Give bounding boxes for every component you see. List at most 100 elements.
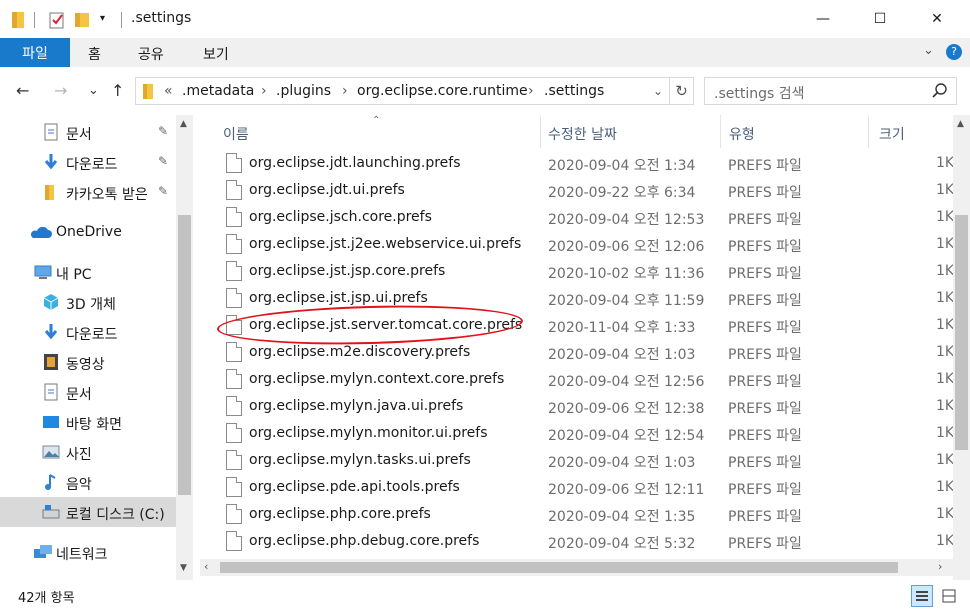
file-size: 1K [936, 344, 955, 360]
scroll-up-icon[interactable]: ▲ [957, 119, 964, 129]
nav-item-desktop[interactable]: 바탕 화면 [0, 407, 176, 437]
nav-label: 바탕 화면 [66, 417, 122, 433]
file-icon [226, 153, 242, 173]
nav-item-kakaotalk[interactable]: 카카오톡 받은 ✎ [0, 177, 176, 207]
nav-item-pictures[interactable]: 사진 [0, 437, 176, 467]
file-size: 1K [936, 182, 955, 198]
file-icon [226, 234, 242, 254]
nav-label: 로컬 디스크 (C:) [66, 507, 165, 523]
file-icon [226, 315, 242, 335]
file-list-horizontal-scrollbar[interactable]: ‹ › [200, 559, 953, 576]
vertical-scrollbar-thumb[interactable] [955, 215, 968, 450]
column-name[interactable]: 이름 [223, 124, 249, 144]
file-row-highlighted[interactable]: org.eclipse.jst.server.tomcat.core.prefs… [218, 312, 958, 339]
scroll-up-icon[interactable]: ▲ [180, 119, 187, 129]
breadcrumb-plugins[interactable]: .plugins [276, 83, 331, 99]
horizontal-scrollbar-thumb[interactable] [220, 562, 898, 573]
scroll-down-icon[interactable]: ▼ [180, 563, 187, 573]
file-row[interactable]: org.eclipse.jdt.launching.prefs 2020-09-… [218, 150, 958, 177]
file-row[interactable]: org.eclipse.jsch.core.prefs 2020-09-04 오… [218, 204, 958, 231]
help-icon[interactable]: ? [946, 44, 962, 60]
cloud-icon [30, 226, 52, 238]
file-row[interactable]: org.eclipse.jst.j2ee.webservice.ui.prefs… [218, 231, 958, 258]
column-type[interactable]: 유형 [729, 124, 755, 144]
file-row[interactable]: org.eclipse.mylyn.java.ui.prefs 2020-09-… [218, 393, 958, 420]
column-divider[interactable] [868, 115, 869, 148]
file-name: org.eclipse.mylyn.context.core.prefs [249, 371, 505, 387]
nav-item-network[interactable]: 네트워크 [0, 537, 176, 567]
refresh-button[interactable]: ↻ [670, 77, 694, 105]
nav-item-videos[interactable]: 동영상 [0, 347, 176, 377]
back-button[interactable]: ← [16, 81, 29, 100]
address-row: ← → ⌄ ↑ « .metadata › .plugins › org.ecl… [0, 67, 970, 115]
nav-label: 문서 [66, 127, 92, 143]
tab-view[interactable]: 보기 [203, 44, 229, 64]
file-type: PREFS 파일 [728, 266, 802, 282]
breadcrumb-settings[interactable]: .settings [544, 83, 604, 99]
nav-scrollbar-thumb[interactable] [178, 215, 191, 495]
file-row[interactable]: org.eclipse.php.core.prefs 2020-09-04 오전… [218, 501, 958, 528]
forward-button[interactable]: → [54, 81, 67, 100]
scroll-left-icon[interactable]: ‹ [204, 560, 208, 573]
file-row[interactable]: org.eclipse.mylyn.context.core.prefs 202… [218, 366, 958, 393]
address-dropdown-icon[interactable]: ⌄ [653, 84, 663, 98]
document-icon [44, 123, 58, 141]
new-folder-icon[interactable] [74, 10, 90, 30]
column-divider[interactable] [720, 115, 721, 148]
recent-locations-button[interactable]: ⌄ [88, 83, 99, 98]
breadcrumb-metadata[interactable]: .metadata [182, 83, 254, 99]
file-row[interactable]: org.eclipse.mylyn.monitor.ui.prefs 2020-… [218, 420, 958, 447]
nav-item-this-pc[interactable]: 내 PC [0, 257, 176, 287]
column-date[interactable]: 수정한 날짜 [548, 124, 617, 144]
nav-item-onedrive[interactable]: OneDrive [0, 217, 176, 247]
search-input[interactable]: .settings 검색 [704, 77, 957, 105]
separator [34, 12, 35, 28]
tab-home[interactable]: 홈 [88, 44, 101, 64]
file-size: 1K [936, 317, 955, 333]
file-name: org.eclipse.mylyn.java.ui.prefs [249, 398, 464, 414]
nav-item-local-disk[interactable]: 로컬 디스크 (C:) [0, 497, 176, 527]
column-divider[interactable] [540, 115, 541, 148]
file-row[interactable]: org.eclipse.php.debug.core.prefs 2020-09… [218, 528, 958, 555]
column-size[interactable]: 크기 [879, 124, 905, 144]
file-type: PREFS 파일 [728, 482, 802, 498]
file-size: 1K [936, 209, 955, 225]
tab-file[interactable]: 파일 [0, 38, 70, 67]
scroll-right-icon[interactable]: › [938, 560, 942, 573]
file-row[interactable]: org.eclipse.m2e.discovery.prefs 2020-09-… [218, 339, 958, 366]
search-icon[interactable] [932, 82, 948, 100]
properties-icon[interactable] [48, 10, 66, 30]
nav-item-documents[interactable]: 문서 [0, 377, 176, 407]
file-row[interactable]: org.eclipse.jst.jsp.ui.prefs 2020-09-04 … [218, 285, 958, 312]
address-bar[interactable]: « .metadata › .plugins › org.eclipse.cor… [135, 77, 670, 105]
file-row[interactable]: org.eclipse.jst.jsp.core.prefs 2020-10-0… [218, 258, 958, 285]
nav-item-downloads[interactable]: 다운로드 [0, 317, 176, 347]
expand-ribbon-icon[interactable]: ⌄ [923, 43, 934, 58]
nav-label: 사진 [66, 447, 92, 463]
customize-toolbar-icon[interactable]: ▾ [100, 13, 105, 33]
file-row[interactable]: org.eclipse.mylyn.tasks.ui.prefs 2020-09… [218, 447, 958, 474]
nav-item-3d-objects[interactable]: 3D 개체 [0, 287, 176, 317]
tab-share[interactable]: 공유 [138, 44, 164, 64]
file-icon [226, 207, 242, 227]
breadcrumb-core-runtime[interactable]: org.eclipse.core.runtime [357, 83, 528, 99]
file-name: org.eclipse.jst.jsp.core.prefs [249, 263, 446, 279]
status-bar: 42개 항목 [0, 580, 970, 611]
nav-label: 3D 개체 [66, 297, 116, 313]
up-button[interactable]: ↑ [111, 81, 124, 100]
close-button[interactable]: ✕ [914, 0, 960, 38]
maximize-button[interactable]: ☐ [857, 0, 903, 38]
details-view-button[interactable] [911, 585, 933, 607]
file-type: PREFS 파일 [728, 158, 802, 174]
file-row[interactable]: org.eclipse.pde.api.tools.prefs 2020-09-… [218, 474, 958, 501]
file-type: PREFS 파일 [728, 293, 802, 309]
minimize-button[interactable]: — [800, 0, 846, 38]
breadcrumb-overflow[interactable]: « [164, 83, 173, 99]
large-icons-view-button[interactable] [938, 585, 960, 607]
file-row[interactable]: org.eclipse.jdt.ui.prefs 2020-09-22 오후 6… [218, 177, 958, 204]
file-size: 1K [936, 236, 955, 252]
nav-item-documents-pinned[interactable]: 문서 ✎ [0, 117, 176, 147]
file-icon [226, 504, 242, 524]
nav-item-music[interactable]: 음악 [0, 467, 176, 497]
nav-item-downloads-pinned[interactable]: 다운로드 ✎ [0, 147, 176, 177]
